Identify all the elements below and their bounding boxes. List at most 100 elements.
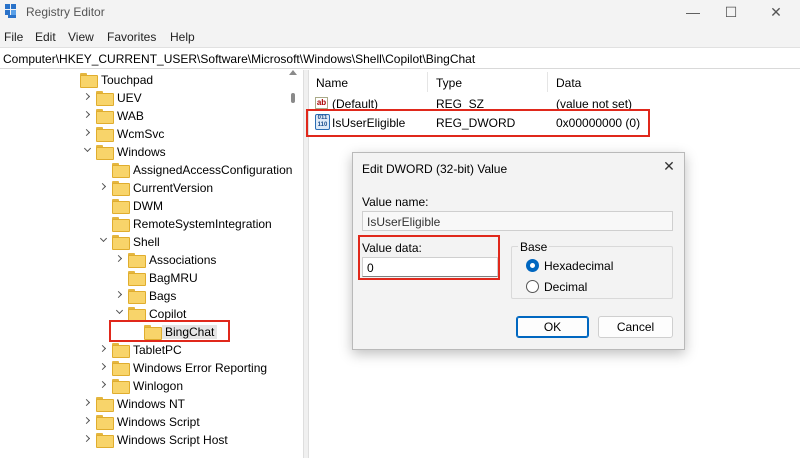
address-path[interactable]: Computer\HKEY_CURRENT_USER\Software\Micr… bbox=[3, 52, 475, 66]
chevron-right-icon[interactable] bbox=[84, 399, 92, 407]
ok-button[interactable]: OK bbox=[516, 316, 589, 338]
chevron-down-icon[interactable] bbox=[100, 237, 108, 245]
decimal-label[interactable]: Decimal bbox=[544, 280, 587, 294]
chevron-right-icon[interactable] bbox=[84, 93, 92, 101]
close-window-button[interactable]: ✕ bbox=[761, 3, 791, 21]
tree-item-label: Windows Script Host bbox=[117, 433, 228, 447]
column-name-header[interactable]: Name bbox=[316, 76, 348, 90]
base-group-label: Base bbox=[518, 240, 550, 254]
folder-icon bbox=[128, 307, 146, 322]
folder-icon bbox=[80, 73, 98, 88]
cancel-button[interactable]: Cancel bbox=[598, 316, 673, 338]
tree-item[interactable]: DWM bbox=[0, 197, 288, 215]
tree-item-label: Copilot bbox=[149, 307, 187, 321]
tree-item[interactable]: Windows NT bbox=[0, 395, 288, 413]
tree-scrollbar-thumb[interactable] bbox=[291, 93, 295, 103]
chevron-right-icon[interactable] bbox=[84, 435, 92, 443]
tree-item[interactable]: Winlogon bbox=[0, 377, 288, 395]
tree-item-label: UEV bbox=[117, 91, 142, 105]
chevron-right-icon[interactable] bbox=[116, 255, 124, 263]
folder-icon bbox=[96, 397, 114, 412]
highlight-box-value-data bbox=[358, 235, 500, 280]
chevron-right-icon[interactable] bbox=[84, 129, 92, 137]
maximize-button[interactable]: ☐ bbox=[716, 3, 746, 21]
folder-icon bbox=[112, 343, 130, 358]
chevron-right-icon[interactable] bbox=[100, 363, 108, 371]
folder-icon bbox=[128, 253, 146, 268]
menu-help[interactable]: Help bbox=[170, 30, 195, 44]
address-bar[interactable]: Computer\HKEY_CURRENT_USER\Software\Micr… bbox=[0, 47, 800, 69]
menu-bar: File Edit View Favorites Help bbox=[0, 25, 800, 47]
folder-icon bbox=[128, 289, 146, 304]
tree-item-label: CurrentVersion bbox=[133, 181, 214, 195]
tree-item-label: WAB bbox=[117, 109, 144, 123]
chevron-right-icon[interactable] bbox=[100, 345, 108, 353]
tree-item[interactable]: Windows Script bbox=[0, 413, 288, 431]
tree-item[interactable]: Windows bbox=[0, 143, 288, 161]
dialog-close-button[interactable]: ✕ bbox=[660, 158, 678, 175]
folder-icon bbox=[96, 433, 114, 448]
chevron-right-icon[interactable] bbox=[100, 183, 108, 191]
window-title: Registry Editor bbox=[26, 5, 105, 19]
tree-item-label: RemoteSystemIntegration bbox=[133, 217, 272, 231]
folder-icon bbox=[112, 379, 130, 394]
column-separator[interactable] bbox=[547, 72, 548, 92]
tree-item[interactable]: CurrentVersion bbox=[0, 179, 288, 197]
tree-item[interactable]: Associations bbox=[0, 251, 288, 269]
decimal-radio[interactable] bbox=[526, 280, 539, 293]
chevron-right-icon[interactable] bbox=[100, 381, 108, 389]
tree-item[interactable]: UEV bbox=[0, 89, 288, 107]
chevron-right-icon[interactable] bbox=[116, 291, 124, 299]
tree-item[interactable]: AssignedAccessConfiguration bbox=[0, 161, 292, 179]
tree-item[interactable]: Shell bbox=[0, 233, 288, 251]
tree-item[interactable]: Bags bbox=[0, 287, 288, 305]
key-tree[interactable]: Touchpad UEV WAB WcmSvc Windows AssignedAcces… bbox=[0, 70, 302, 458]
folder-icon bbox=[112, 361, 130, 376]
chevron-right-icon[interactable] bbox=[84, 111, 92, 119]
tree-item-label: Windows bbox=[117, 145, 166, 159]
menu-file[interactable]: File bbox=[4, 30, 23, 44]
folder-icon bbox=[112, 163, 130, 178]
chevron-right-icon[interactable] bbox=[84, 417, 92, 425]
tree-item-label: WcmSvc bbox=[117, 127, 165, 141]
value-name-label: Value name: bbox=[362, 195, 429, 209]
scroll-up-arrow-icon[interactable] bbox=[289, 70, 297, 78]
menu-edit[interactable]: Edit bbox=[35, 30, 56, 44]
folder-icon bbox=[112, 199, 130, 214]
registry-editor-icon bbox=[5, 4, 19, 19]
tree-item-label: Bags bbox=[149, 289, 177, 303]
menu-favorites[interactable]: Favorites bbox=[107, 30, 156, 44]
hexadecimal-radio[interactable] bbox=[526, 259, 539, 272]
tree-item-label: Touchpad bbox=[101, 73, 154, 87]
tree-item-label: Shell bbox=[133, 235, 160, 249]
tree-item-label: Winlogon bbox=[133, 379, 184, 393]
tree-item[interactable]: TabletPC bbox=[0, 341, 288, 359]
tree-item[interactable]: BagMRU bbox=[0, 269, 288, 287]
folder-icon bbox=[96, 127, 114, 142]
column-separator[interactable] bbox=[427, 72, 428, 92]
value-name-field: IsUserEligible bbox=[362, 211, 673, 231]
tree-item-label: DWM bbox=[133, 199, 163, 213]
tree-item[interactable]: WcmSvc bbox=[0, 125, 288, 143]
title-bar: Registry Editor — ☐ ✕ bbox=[0, 0, 800, 25]
tree-item[interactable]: Touchpad bbox=[0, 71, 288, 89]
folder-icon bbox=[96, 415, 114, 430]
tree-item[interactable]: Windows Error Reporting bbox=[0, 359, 288, 377]
hexadecimal-label[interactable]: Hexadecimal bbox=[544, 259, 613, 273]
folder-icon bbox=[96, 145, 114, 160]
tree-item-label: Windows Error Reporting bbox=[133, 361, 268, 375]
column-data-header[interactable]: Data bbox=[556, 76, 581, 90]
chevron-down-icon[interactable] bbox=[84, 147, 92, 155]
folder-icon bbox=[96, 91, 114, 106]
tree-item-label: BagMRU bbox=[149, 271, 198, 285]
column-type-header[interactable]: Type bbox=[436, 76, 462, 90]
string-value-icon: ab bbox=[315, 97, 328, 109]
chevron-down-icon[interactable] bbox=[116, 309, 124, 317]
tree-item[interactable]: Windows Script Host bbox=[0, 431, 288, 449]
menu-view[interactable]: View bbox=[68, 30, 94, 44]
tree-item-label: Associations bbox=[149, 253, 217, 267]
tree-item[interactable]: WAB bbox=[0, 107, 288, 125]
minimize-button[interactable]: — bbox=[678, 3, 708, 21]
tree-item[interactable]: RemoteSystemIntegration bbox=[0, 215, 288, 233]
highlight-box-bingchat bbox=[109, 320, 230, 342]
